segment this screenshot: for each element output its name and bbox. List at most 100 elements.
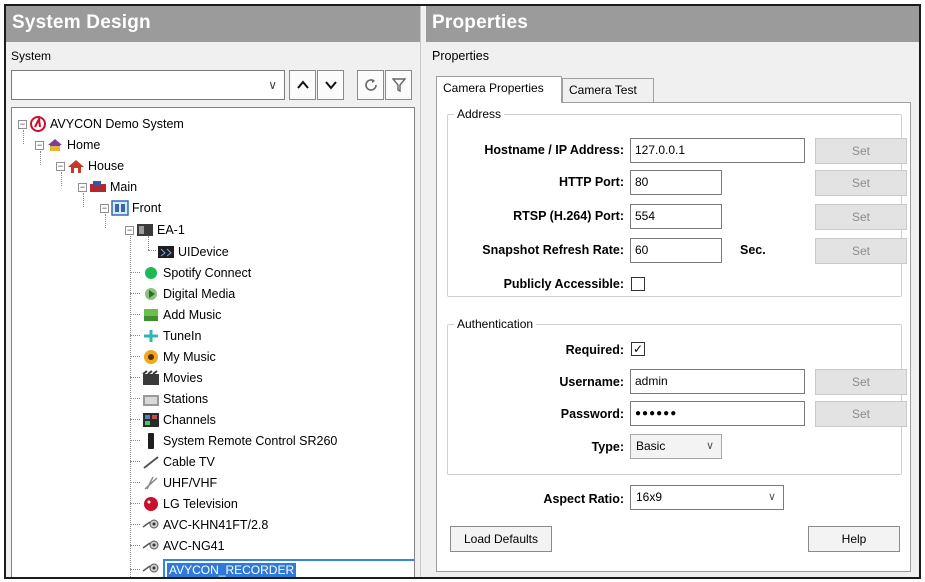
tree-node-my-music[interactable]: My Music (142, 347, 216, 367)
snapshot-rate-field[interactable]: 60 (630, 238, 722, 263)
password-set-button[interactable]: Set (815, 401, 907, 427)
tree-node-label: LG Television (163, 497, 238, 511)
tree-node-digital-media[interactable]: Digital Media (142, 284, 235, 304)
tree-node-label: Home (67, 138, 101, 152)
tree-node-avycon-demo-system[interactable]: − AVYCON Demo System (18, 114, 184, 134)
http-port-set-button[interactable]: Set (815, 170, 907, 196)
filter-button[interactable] (385, 70, 412, 100)
hostname-field[interactable]: 127.0.0.1 (630, 138, 805, 163)
chevron-down-icon: ∨ (767, 491, 776, 503)
chevron-down-icon: ∨ (705, 440, 714, 452)
collapse-toggle[interactable]: − (78, 182, 87, 192)
home-icon (48, 139, 62, 151)
publicly-accessible-checkbox[interactable] (631, 277, 645, 291)
tree-node-label: AVC-NG41 (163, 539, 225, 553)
lg-logo-icon (144, 497, 158, 511)
tree-line (148, 250, 156, 251)
tab-camera-test[interactable]: Camera Test (562, 78, 654, 102)
address-legend: Address (457, 107, 502, 121)
snapshot-rate-set-button[interactable]: Set (815, 238, 907, 264)
tree-node-main[interactable]: − Main (78, 177, 137, 197)
channels-icon (143, 413, 159, 427)
tree-node-avc-ng41[interactable]: AVC-NG41 (142, 536, 225, 556)
tree-node-movies[interactable]: Movies (142, 368, 203, 388)
tree-line (130, 272, 140, 273)
tab-camera-properties[interactable]: Camera Properties (436, 76, 562, 103)
auth-type-select[interactable]: Basic ∨ (630, 434, 722, 459)
tree-node-spotify-connect[interactable]: Spotify Connect (142, 263, 251, 283)
avycon-logo-icon (30, 116, 46, 132)
collapse-toggle[interactable]: − (100, 203, 109, 213)
tree-node-home[interactable]: − Home (35, 135, 100, 155)
password-label: Password: (560, 407, 624, 421)
tree-node-label: System Remote Control SR260 (163, 434, 338, 448)
tree-node-label: Channels (163, 413, 216, 427)
tree-node-label: AVYCON_RECORDER (167, 563, 297, 577)
http-port-label: HTTP Port: (558, 175, 624, 189)
rtsp-port-set-button[interactable]: Set (815, 204, 907, 230)
add-music-icon (144, 309, 158, 321)
chevron-down-icon[interactable]: ∨ (268, 78, 277, 92)
collapse-toggle[interactable]: − (35, 140, 44, 150)
tree-line (130, 377, 140, 378)
username-set-button[interactable]: Set (815, 369, 907, 395)
tree-node-uidevice[interactable]: UIDevice (157, 242, 229, 262)
auth-type-value: Basic (636, 439, 666, 453)
password-field[interactable]: ●●●●●● (630, 401, 805, 426)
tree-node-lg-television[interactable]: LG Television (142, 494, 238, 514)
tree-node-ea-1[interactable]: − EA-1 (125, 220, 185, 240)
tree-node-avycon-recorder[interactable] (142, 559, 163, 577)
required-label: Required: (565, 343, 624, 357)
aspect-ratio-select[interactable]: 16x9 ∨ (630, 485, 784, 510)
tree-node-rename-editor[interactable]: AVYCON_RECORDER (163, 559, 414, 577)
hostname-set-button[interactable]: Set (815, 138, 907, 164)
rtsp-port-field[interactable]: 554 (630, 204, 722, 229)
refresh-button[interactable] (357, 70, 384, 100)
my-music-icon (144, 350, 158, 364)
tree-node-label: Digital Media (163, 287, 236, 301)
collapse-toggle[interactable]: − (125, 225, 134, 235)
antenna-icon (144, 476, 158, 490)
tree-node-front[interactable]: − Front (100, 198, 161, 218)
floor-icon (90, 181, 106, 192)
username-label: Username: (559, 375, 624, 389)
system-search-combo[interactable]: ∨ (11, 70, 285, 100)
tree-line (130, 335, 140, 336)
collapse-toggle[interactable]: − (18, 119, 27, 129)
tree-node-system-remote-control[interactable]: System Remote Control SR260 (142, 431, 337, 451)
system-tree[interactable]: − AVYCON Demo System − Home − House − Ma… (11, 107, 415, 577)
required-checkbox[interactable]: ✓ (631, 342, 645, 356)
tree-node-add-music[interactable]: Add Music (142, 305, 221, 325)
http-port-field[interactable]: 80 (630, 170, 722, 195)
tree-node-label: AVC-KHN41FT/2.8 (163, 518, 269, 532)
tree-node-cable-tv[interactable]: Cable TV (142, 452, 215, 472)
tree-node-house[interactable]: − House (56, 156, 124, 176)
username-field[interactable]: admin (630, 369, 805, 394)
properties-label: Properties (432, 49, 489, 63)
tree-line (130, 356, 140, 357)
tree-node-label: Cable TV (163, 455, 215, 469)
tree-node-avc-khn41ft[interactable]: AVC-KHN41FT/2.8 (142, 515, 268, 535)
load-defaults-button[interactable]: Load Defaults (450, 526, 552, 552)
collapse-toggle[interactable]: − (56, 161, 65, 171)
properties-title: Properties (426, 6, 919, 42)
rtsp-port-label: RTSP (H.264) Port: (513, 209, 624, 223)
tree-line (130, 419, 140, 420)
digital-media-icon (145, 288, 157, 300)
camera-icon (142, 563, 159, 573)
spotify-icon (145, 267, 157, 279)
tree-line (130, 398, 140, 399)
tree-node-channels[interactable]: Channels (142, 410, 216, 430)
tree-node-stations[interactable]: Stations (142, 389, 208, 409)
move-down-button[interactable] (317, 70, 344, 100)
properties-pane: Properties Properties Camera Properties … (426, 6, 919, 577)
tree-line (130, 236, 131, 577)
chevron-up-icon (296, 80, 309, 89)
tree-node-uhf-vhf[interactable]: UHF/VHF (142, 473, 217, 493)
authentication-legend: Authentication (457, 317, 534, 331)
help-button[interactable]: Help (808, 526, 900, 552)
tree-node-tunein[interactable]: TuneIn (142, 326, 201, 346)
hostname-label: Hostname / IP Address: (484, 143, 624, 157)
move-up-button[interactable] (289, 70, 316, 100)
cable-tv-icon (143, 456, 159, 469)
